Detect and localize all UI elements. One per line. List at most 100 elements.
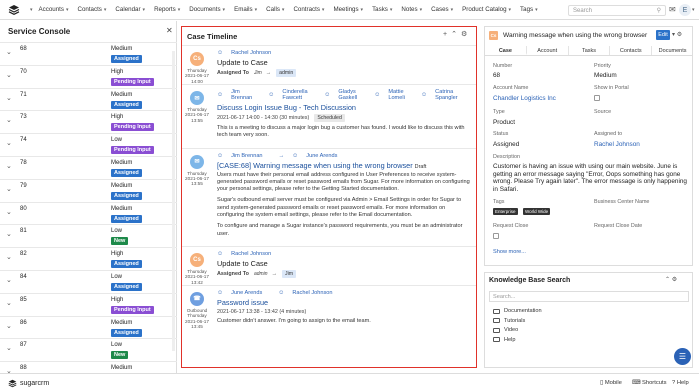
chevron-down-icon[interactable]: ⌄ <box>6 230 12 238</box>
chevron-down-icon[interactable]: ⌄ <box>6 139 12 147</box>
console-row[interactable]: ⌄ 82 High Assigned <box>0 247 177 270</box>
participant-link[interactable]: ☺ Rachel Johnson <box>217 50 279 56</box>
chevron-down-icon[interactable]: ⌄ <box>6 48 12 56</box>
help-fab-button[interactable]: ☰ <box>674 348 691 365</box>
tag-world-wide[interactable]: World Wide <box>523 208 551 215</box>
console-row[interactable]: ⌄ 73 High Pending Input <box>0 110 177 133</box>
nav-calls[interactable]: Calls ▾ <box>266 6 284 13</box>
collapse-icon[interactable]: ⌃ <box>665 277 670 283</box>
add-icon[interactable]: + <box>443 31 451 38</box>
help-button[interactable]: ? Help <box>672 380 689 386</box>
chevron-down-icon[interactable]: ⌄ <box>6 299 12 307</box>
console-row[interactable]: ⌄ 79 Medium Assigned <box>0 178 177 202</box>
participant-link[interactable]: ☺ Catrina Spangler <box>421 89 466 101</box>
chevron-down-icon: ▾ <box>103 6 107 13</box>
edit-button[interactable]: Edit <box>656 30 670 40</box>
participant-link[interactable]: ☺ Jim Brennan <box>217 153 271 159</box>
nav-accounts[interactable]: Accounts ▾ <box>39 6 69 13</box>
close-icon[interactable]: ✕ <box>166 26 173 35</box>
console-row[interactable]: ⌄ 84 Low Assigned <box>0 269 177 293</box>
console-row[interactable]: ⌄ 70 High Pending Input <box>0 64 177 88</box>
participant-link[interactable]: ☺ Gladys Gaskell <box>324 89 366 101</box>
participant-link[interactable]: ☺ June Arends <box>292 153 345 159</box>
console-row[interactable]: ⌄ 86 Medium Assigned <box>0 315 177 339</box>
user-menu-caret-icon[interactable]: ▾ <box>692 7 695 13</box>
tab-documents[interactable]: Documents <box>652 46 692 55</box>
settings-icon[interactable]: ⚙ <box>672 277 677 283</box>
chevron-down-icon[interactable]: ▾ <box>672 32 675 38</box>
tab-tasks[interactable]: Tasks <box>569 46 611 55</box>
console-row[interactable]: ⌄ 74 Low Pending Input <box>0 133 177 156</box>
nav-tags[interactable]: Tags ▾ <box>520 6 538 13</box>
chevron-down-icon[interactable]: ⌄ <box>6 162 12 170</box>
tag-enterprise[interactable]: Enterprise <box>493 208 518 215</box>
sugar-cube-logo-icon[interactable] <box>6 2 22 18</box>
settings-icon[interactable]: ⚙ <box>461 31 471 38</box>
entry-heading[interactable]: Discuss Login Issue Bug - Tech Discussio… <box>217 103 474 112</box>
nav-documents[interactable]: Documents ▾ <box>189 6 225 13</box>
console-row[interactable]: ⌄ 81 Low New <box>0 224 177 247</box>
kb-folder-item[interactable]: Documentation <box>493 308 542 314</box>
console-scrollbar[interactable] <box>172 51 175 351</box>
tab-case[interactable]: Case <box>485 46 527 55</box>
tab-contacts[interactable]: Contacts <box>610 46 653 55</box>
chevron-down-icon: ▾ <box>389 6 393 13</box>
nav-product-catalog[interactable]: Product Catalog ▾ <box>462 6 511 13</box>
participant-link[interactable]: ☺ Rachel Johnson <box>217 251 279 257</box>
kb-folder-item[interactable]: Tutorials <box>493 318 525 324</box>
entry-time: 13:55 <box>191 181 203 187</box>
sugarcrm-logo[interactable]: sugarcrm <box>8 379 49 388</box>
chevron-down-icon[interactable]: ⌄ <box>6 208 12 216</box>
nav-contracts[interactable]: Contracts ▾ <box>293 6 324 13</box>
nav-contacts[interactable]: Contacts ▾ <box>77 6 106 13</box>
console-row[interactable]: ⌄ 80 Medium Assigned <box>0 201 177 225</box>
chevron-down-icon[interactable]: ⌄ <box>6 185 12 193</box>
nav-tasks[interactable]: Tasks ▾ <box>372 6 392 13</box>
nav-reports[interactable]: Reports ▾ <box>154 6 180 13</box>
console-row[interactable]: ⌄ 78 Medium Assigned <box>0 155 177 179</box>
case-timeline: Case Timeline +⌃⚙ Cs Thursday 2021-06-17… <box>181 26 477 368</box>
request-close-checkbox[interactable] <box>493 233 499 239</box>
mobile-button[interactable]: ▯ Mobile <box>600 380 622 386</box>
kb-search-input[interactable]: Search... <box>489 291 689 302</box>
show-more-link[interactable]: Show more... <box>493 249 526 255</box>
participant-link[interactable]: ☺ Cinderella Fawcett <box>268 89 316 101</box>
user-avatar[interactable]: E <box>679 4 691 16</box>
nav-cases[interactable]: Cases ▾ <box>431 6 453 13</box>
kb-folder-item[interactable]: Video <box>493 327 518 333</box>
chevron-down-icon[interactable]: ⌄ <box>6 322 12 330</box>
portal-checkbox[interactable] <box>594 95 600 101</box>
chevron-down-icon[interactable]: ⌄ <box>6 253 12 261</box>
participant-link[interactable]: ☺ June Arends <box>217 290 270 296</box>
nav-meetings[interactable]: Meetings ▾ <box>333 6 363 13</box>
participant-link[interactable]: ☺ Rachel Johnson <box>278 290 340 296</box>
chevron-down-icon[interactable]: ⌄ <box>6 276 12 284</box>
person-icon: ☺ <box>292 152 299 159</box>
participant-link[interactable]: ☺ Jim Brennan <box>217 89 260 101</box>
entry-heading[interactable]: Password issue <box>217 298 474 307</box>
console-row[interactable]: ⌄ 85 High Pending Input <box>0 292 177 316</box>
global-search-input[interactable]: Search ⚲ <box>568 5 666 16</box>
assigned-link[interactable]: Rachel Johnson <box>594 141 640 148</box>
console-row[interactable]: ⌄ 71 Medium Assigned <box>0 87 177 111</box>
chevron-down-icon[interactable]: ⌄ <box>6 94 12 102</box>
console-row[interactable]: ⌄ 87 Low New <box>0 338 177 361</box>
console-row[interactable]: ⌄ 68 Medium Assigned <box>0 42 177 65</box>
nav-emails[interactable]: Emails ▾ <box>234 6 257 13</box>
kb-folder-item[interactable]: Help <box>493 337 516 343</box>
nav-notes[interactable]: Notes ▾ <box>401 6 422 13</box>
entry-heading[interactable]: [CASE:68] Warning message when using the… <box>217 161 474 170</box>
shortcuts-button[interactable]: ⌨ Shortcuts <box>632 380 666 386</box>
nav-caret-icon[interactable]: ▾ <box>28 7 33 13</box>
case-number: 85 <box>20 296 27 303</box>
nav-calendar[interactable]: Calendar ▾ <box>115 6 145 13</box>
collapse-icon[interactable]: ⌃ <box>451 31 461 38</box>
chevron-down-icon[interactable]: ⌄ <box>6 71 12 79</box>
account-link[interactable]: Chandler Logistics Inc <box>493 95 556 102</box>
participant-link[interactable]: ☺ Mattie Lomeli <box>374 89 413 101</box>
settings-icon[interactable]: ⚙ <box>677 32 682 38</box>
tab-account[interactable]: Account <box>527 46 569 55</box>
notifications-bell-icon[interactable]: ✉ <box>669 5 676 14</box>
chevron-down-icon[interactable]: ⌄ <box>6 344 12 352</box>
chevron-down-icon[interactable]: ⌄ <box>6 116 12 124</box>
